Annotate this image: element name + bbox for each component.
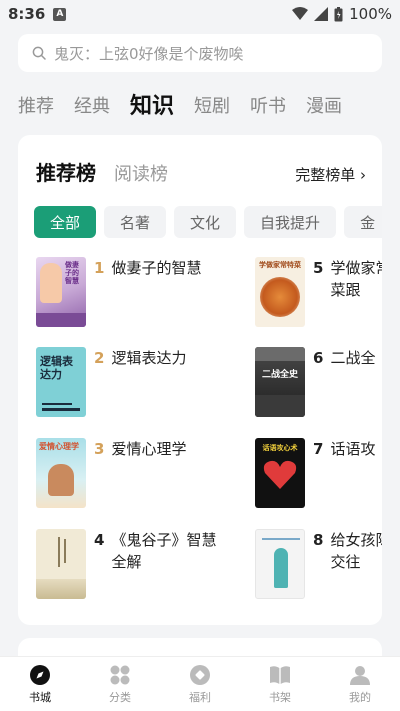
cover-text: 二战全史 xyxy=(261,370,298,380)
book-cover xyxy=(36,529,86,599)
ranking-header: 推荐榜 阅读榜 完整榜单 › xyxy=(36,157,366,186)
welfare-icon xyxy=(190,664,210,685)
book-cover: 做妻子的智慧 xyxy=(36,257,86,327)
search-icon xyxy=(32,46,46,60)
bookstore-icon xyxy=(30,664,50,685)
book-item[interactable]: 做妻子的智慧 1 做妻子的智慧 xyxy=(36,257,226,327)
nav-label: 分类 xyxy=(109,690,131,704)
bookshelf-icon xyxy=(270,665,290,684)
book-item[interactable]: 话语攻心术 7 话语攻 xyxy=(255,438,382,508)
category-tabs: 推荐 经典 知识 短剧 听书 漫画 xyxy=(18,88,342,122)
nav-category[interactable]: 分类 xyxy=(90,664,150,705)
nav-label: 书架 xyxy=(269,690,291,704)
nav-label: 书城 xyxy=(29,690,51,704)
nav-profile[interactable]: 我的 xyxy=(330,664,390,705)
cover-text: 话语攻心术 xyxy=(262,444,298,452)
filter-chips: 全部 名著 文化 自我提升 金 xyxy=(34,206,382,238)
status-bar: 8:36 A 100% xyxy=(0,0,400,28)
tab-reading-rank[interactable]: 阅读榜 xyxy=(114,160,168,186)
heart-icon xyxy=(263,460,297,489)
rank-number: 3 xyxy=(94,440,105,458)
book-title: 话语攻 xyxy=(330,440,376,458)
bottom-nav: 书城 分类 福利 书架 我的 xyxy=(0,656,400,711)
filter-classics[interactable]: 名著 xyxy=(104,206,167,238)
cover-text: 逻辑表达力 xyxy=(40,355,73,381)
filter-all[interactable]: 全部 xyxy=(34,206,97,238)
tab-knowledge[interactable]: 知识 xyxy=(130,92,174,122)
full-ranking-link[interactable]: 完整榜单 › xyxy=(295,164,366,185)
nav-bookshelf[interactable]: 书架 xyxy=(250,664,310,705)
tab-recommend[interactable]: 推荐 xyxy=(18,92,54,122)
cover-text: 爱情心理学 xyxy=(39,442,79,451)
ranking-card: 推荐榜 阅读榜 完整榜单 › 全部 名著 文化 自我提升 金 做妻子的智慧 1做… xyxy=(18,135,382,625)
signal-wifi-icon xyxy=(292,7,309,20)
book-item[interactable]: 4 《鬼谷子》智慧全解 xyxy=(36,529,226,599)
clock: 8:36 xyxy=(8,5,46,23)
cover-text: 学做家常特菜 xyxy=(259,261,301,269)
tab-short-drama[interactable]: 短剧 xyxy=(194,92,230,122)
filter-finance[interactable]: 金 xyxy=(344,206,382,238)
rank-number: 6 xyxy=(313,349,324,367)
rank-number: 8 xyxy=(313,531,324,549)
filter-self-improvement[interactable]: 自我提升 xyxy=(244,206,337,238)
book-cover: 话语攻心术 xyxy=(255,438,305,508)
filter-culture[interactable]: 文化 xyxy=(174,206,237,238)
book-item[interactable]: 8 给女孩际交往 xyxy=(255,529,382,599)
cover-text: 做妻子的智慧 xyxy=(65,261,79,285)
book-cover: 逻辑表达力 xyxy=(36,347,86,417)
book-item[interactable]: 二战全史 6 二战全 xyxy=(255,347,382,417)
nav-label: 福利 xyxy=(189,690,211,704)
tab-classic[interactable]: 经典 xyxy=(74,92,110,122)
profile-icon xyxy=(350,665,370,685)
notification-a-icon: A xyxy=(53,7,67,21)
cellular-icon xyxy=(314,7,329,21)
search-placeholder: 鬼灭：上弦0好像是个废物唉 xyxy=(54,44,244,63)
battery-icon xyxy=(334,6,343,21)
book-cover xyxy=(255,529,305,599)
book-cover: 二战全史 xyxy=(255,347,305,417)
book-title: 逻辑表达力 xyxy=(111,349,187,367)
nav-welfare[interactable]: 福利 xyxy=(170,664,230,705)
rank-number: 4 xyxy=(94,531,105,549)
nav-bookstore[interactable]: 书城 xyxy=(10,664,70,705)
book-item[interactable]: 逻辑表达力 2 逻辑表达力 xyxy=(36,347,226,417)
tab-audiobook[interactable]: 听书 xyxy=(250,92,286,122)
category-icon xyxy=(110,665,130,684)
tab-comics[interactable]: 漫画 xyxy=(306,92,342,122)
book-title: 学做家常菜跟 xyxy=(330,259,382,299)
nav-label: 我的 xyxy=(349,690,371,704)
book-title: 二战全 xyxy=(330,349,376,367)
book-title: 做妻子的智慧 xyxy=(111,259,202,277)
tab-recommend-rank[interactable]: 推荐榜 xyxy=(36,157,96,186)
battery-percent: 100% xyxy=(349,5,392,23)
search-input[interactable]: 鬼灭：上弦0好像是个废物唉 xyxy=(18,34,382,72)
book-title: 给女孩际交往 xyxy=(330,531,382,571)
rank-number: 7 xyxy=(313,440,324,458)
book-item[interactable]: 学做家常特菜 5 学做家常菜跟 xyxy=(255,257,382,327)
book-cover: 爱情心理学 xyxy=(36,438,86,508)
book-title: 《鬼谷子》智慧全解 xyxy=(111,531,217,571)
book-cover: 学做家常特菜 xyxy=(255,257,305,327)
book-title: 爱情心理学 xyxy=(111,440,187,458)
rank-number: 1 xyxy=(94,259,105,277)
rank-number: 5 xyxy=(313,259,324,277)
status-icons: 100% xyxy=(292,5,392,23)
rank-number: 2 xyxy=(94,349,105,367)
book-item[interactable]: 爱情心理学 3 爱情心理学 xyxy=(36,438,226,508)
